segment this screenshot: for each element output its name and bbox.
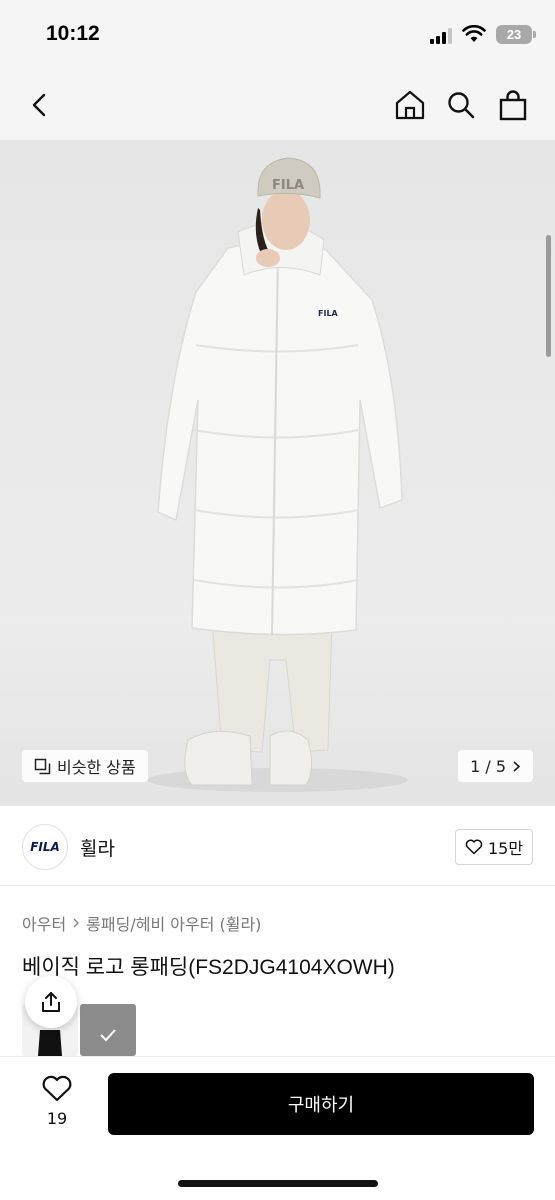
chevron-right-icon xyxy=(73,918,80,928)
brand-like-button[interactable]: 15만 xyxy=(455,829,533,865)
brand-logo-text: FILA xyxy=(30,840,60,854)
jacket-logo: FILA xyxy=(318,309,339,318)
similar-items-label: 비슷한 상품 xyxy=(57,758,136,777)
similar-items-button[interactable]: 비슷한 상품 xyxy=(22,750,148,782)
chevron-right-icon xyxy=(513,760,521,772)
wifi-icon xyxy=(462,25,486,42)
battery-indicator: 23 xyxy=(496,25,536,44)
wishlist-count: 19 xyxy=(46,1109,68,1128)
buy-button[interactable]: 구매하기 xyxy=(108,1073,534,1135)
page-indicator-text: 1 / 5 xyxy=(470,756,506,776)
top-nav xyxy=(0,70,555,140)
check-icon xyxy=(100,1029,116,1042)
shopping-bag-icon[interactable] xyxy=(495,87,531,123)
breadcrumb-level1[interactable]: 아우터 xyxy=(22,911,66,935)
share-icon xyxy=(42,992,60,1012)
breadcrumb-level2[interactable]: 롱패딩/헤비 아우터 (휠라) xyxy=(86,911,261,935)
image-page-indicator[interactable]: 1 / 5 xyxy=(458,750,533,782)
heart-icon xyxy=(465,839,483,855)
search-icon[interactable] xyxy=(443,87,479,123)
brand-logo[interactable]: FILA xyxy=(22,824,68,870)
beanie-logo: FILA xyxy=(272,178,304,193)
color-option-thumb-selected[interactable] xyxy=(80,1004,136,1056)
product-title: 베이직 로고 롱패딩(FS2DJG4104XOWH) xyxy=(22,956,395,979)
brand-like-count: 15만 xyxy=(487,839,524,858)
product-photo: FILA FILA xyxy=(148,157,408,792)
brand-row[interactable]: FILA 휠라 15만 xyxy=(0,806,555,886)
similar-items-icon xyxy=(34,758,51,774)
back-icon[interactable] xyxy=(22,87,58,123)
status-bar: 10:12 23 xyxy=(0,0,555,70)
home-indicator[interactable] xyxy=(178,1180,378,1187)
brand-name[interactable]: 휠라 xyxy=(80,834,115,861)
scrollbar[interactable] xyxy=(546,235,551,357)
status-time: 10:12 xyxy=(46,22,100,45)
signal-icon xyxy=(430,28,456,44)
home-icon[interactable] xyxy=(392,87,428,123)
breadcrumb: 아우터 롱패딩/헤비 아우터 (휠라) xyxy=(22,911,261,935)
share-button[interactable] xyxy=(25,976,77,1028)
bottom-action-bar: 19 구매하기 xyxy=(0,1056,555,1200)
wishlist-button[interactable]: 19 xyxy=(34,1075,80,1128)
heart-icon xyxy=(42,1075,72,1102)
product-image-gallery[interactable]: FILA FILA 비슷한 상품 1 / 5 xyxy=(0,140,555,806)
